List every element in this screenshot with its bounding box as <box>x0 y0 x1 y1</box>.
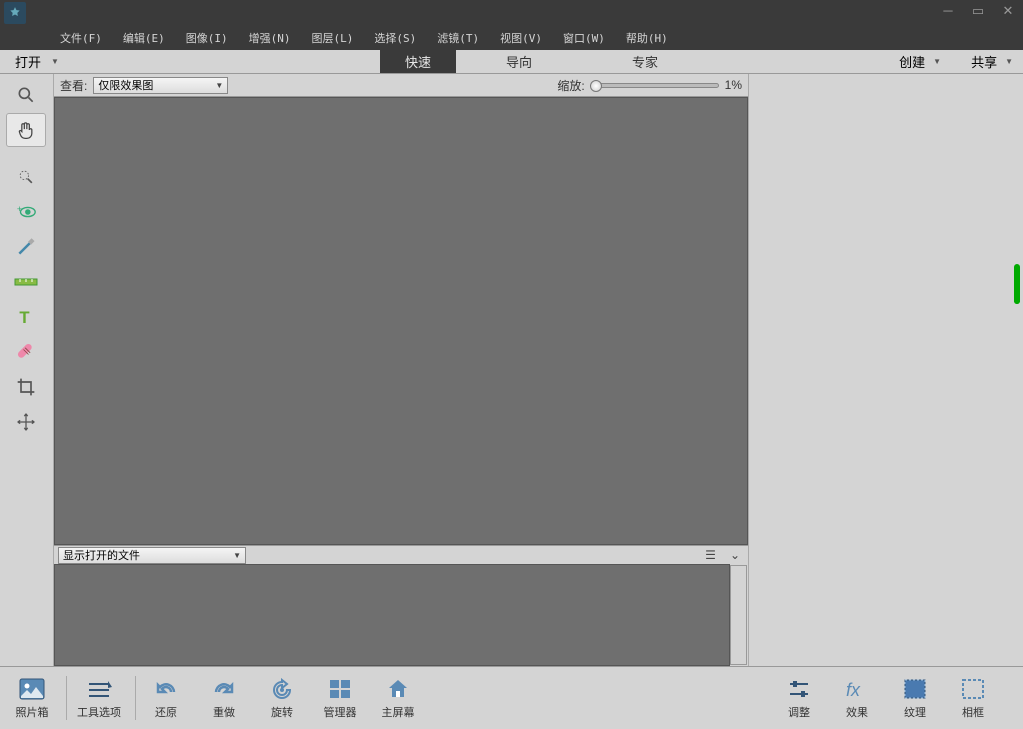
minimize-button[interactable]: ─ <box>933 0 963 21</box>
chevron-down-icon: ▼ <box>233 551 241 560</box>
chevron-down-icon: ▼ <box>933 57 941 66</box>
center-panel: 查看: 仅限效果图 ▼ 缩放: 1% 显示打开的文件 ▼ ☰ ⌄ <box>54 74 748 666</box>
list-icon[interactable]: ☰ <box>705 548 716 562</box>
menu-layer[interactable]: 图层(L) <box>302 27 364 49</box>
straighten-tool[interactable] <box>6 265 46 299</box>
right-panel <box>748 74 1022 666</box>
share-button[interactable]: 共享 ▼ <box>971 52 1013 71</box>
zoom-control: 缩放: 1% <box>557 77 742 94</box>
chevron-down-icon: ▼ <box>51 57 59 66</box>
menu-filter[interactable]: 滤镜(T) <box>427 27 489 49</box>
action-buttons: 创建 ▼ 共享 ▼ <box>899 50 1013 73</box>
view-dropdown[interactable]: 仅限效果图 ▼ <box>93 77 228 94</box>
crop-tool[interactable] <box>6 370 46 404</box>
menu-file[interactable]: 文件(F) <box>50 27 112 49</box>
effects-label: 效果 <box>846 704 868 720</box>
zoom-label: 缩放: <box>557 77 584 94</box>
undo-button[interactable]: 还原 <box>146 676 186 720</box>
create-button[interactable]: 创建 ▼ <box>899 52 941 71</box>
undo-label: 还原 <box>155 704 177 720</box>
main-area: + T 查看: 仅限效果图 ▼ 缩放: 1% 显示打开的文件 ▼ <box>0 74 1023 666</box>
tooloptions-label: 工具选项 <box>77 704 121 720</box>
create-label: 创建 <box>899 52 925 71</box>
adjust-label: 调整 <box>788 704 810 720</box>
textures-label: 纹理 <box>904 704 926 720</box>
tooloptions-button[interactable]: 工具选项 <box>77 676 121 720</box>
file-bar: 显示打开的文件 ▼ ☰ ⌄ <box>54 545 748 564</box>
svg-text:fx: fx <box>846 680 861 700</box>
move-tool[interactable] <box>6 405 46 439</box>
frames-label: 相框 <box>962 704 984 720</box>
menu-help[interactable]: 帮助(H) <box>616 27 678 49</box>
titlebar: ─ ▭ ✕ <box>0 0 1023 26</box>
home-label: 主屏幕 <box>382 704 415 720</box>
menu-edit[interactable]: 编辑(E) <box>113 27 175 49</box>
workspace-tabs: 快速 导向 专家 <box>380 50 683 73</box>
redo-button[interactable]: 重做 <box>204 676 244 720</box>
collapse-icon[interactable]: ⌄ <box>730 548 740 562</box>
frames-button[interactable]: 相框 <box>953 676 993 720</box>
menu-view[interactable]: 视图(V) <box>490 27 552 49</box>
openfiles-label: 显示打开的文件 <box>63 547 140 563</box>
whiten-tool[interactable] <box>6 230 46 264</box>
menubar: 文件(F) 编辑(E) 图像(I) 增强(N) 图层(L) 选择(S) 滤镜(T… <box>0 26 1023 50</box>
separator <box>135 676 136 720</box>
bottom-bar: 照片箱 工具选项 还原 重做 旋转 管理器 主屏幕 调整 fx 效果 纹理 相框 <box>0 666 1023 729</box>
organizer-label: 管理器 <box>324 704 357 720</box>
slider-thumb[interactable] <box>590 80 602 92</box>
openfiles-dropdown[interactable]: 显示打开的文件 ▼ <box>58 547 246 564</box>
open-button[interactable]: 打开 ▼ <box>0 50 74 73</box>
redeye-tool[interactable]: + <box>6 195 46 229</box>
rotate-label: 旋转 <box>271 704 293 720</box>
menu-image[interactable]: 图像(I) <box>176 27 238 49</box>
canvas-area[interactable] <box>54 97 748 545</box>
healing-tool[interactable] <box>6 335 46 369</box>
chevron-down-icon: ▼ <box>215 81 223 90</box>
redo-label: 重做 <box>213 704 235 720</box>
home-button[interactable]: 主屏幕 <box>378 676 418 720</box>
app-logo <box>4 2 26 24</box>
zoom-tool[interactable] <box>6 78 46 112</box>
modebar: 打开 ▼ 快速 导向 专家 创建 ▼ 共享 ▼ <box>0 50 1023 74</box>
window-controls: ─ ▭ ✕ <box>933 0 1023 21</box>
rotate-button[interactable]: 旋转 <box>262 676 302 720</box>
organizer-button[interactable]: 管理器 <box>320 676 360 720</box>
separator <box>66 676 67 720</box>
tab-expert[interactable]: 专家 <box>607 50 683 73</box>
photobin-panel[interactable] <box>54 564 730 666</box>
menu-enhance[interactable]: 增强(N) <box>239 27 301 49</box>
photobin-button[interactable]: 照片箱 <box>12 676 52 720</box>
open-label: 打开 <box>15 52 41 71</box>
menu-select[interactable]: 选择(S) <box>364 27 426 49</box>
zoom-slider[interactable] <box>591 83 719 88</box>
tab-guide[interactable]: 导向 <box>481 50 557 73</box>
zoom-value: 1% <box>725 78 742 92</box>
close-button[interactable]: ✕ <box>993 0 1023 21</box>
tab-quick[interactable]: 快速 <box>380 50 456 73</box>
panel-scrollbar[interactable] <box>1014 264 1020 304</box>
effects-button[interactable]: fx 效果 <box>837 676 877 720</box>
text-tool[interactable]: T <box>6 300 46 334</box>
menu-window[interactable]: 窗口(W) <box>553 27 615 49</box>
view-dropdown-value: 仅限效果图 <box>98 77 153 93</box>
photobin-label: 照片箱 <box>16 704 49 720</box>
maximize-button[interactable]: ▭ <box>963 0 993 21</box>
scrollbar[interactable] <box>730 565 747 665</box>
hand-tool[interactable] <box>6 113 46 147</box>
options-bar: 查看: 仅限效果图 ▼ 缩放: 1% <box>54 74 748 97</box>
textures-button[interactable]: 纹理 <box>895 676 935 720</box>
share-label: 共享 <box>971 52 997 71</box>
view-label: 查看: <box>60 77 87 94</box>
svg-text:T: T <box>19 308 29 327</box>
adjust-button[interactable]: 调整 <box>779 676 819 720</box>
chevron-down-icon: ▼ <box>1005 57 1013 66</box>
quick-select-tool[interactable] <box>6 160 46 194</box>
toolbox: + T <box>0 74 54 666</box>
